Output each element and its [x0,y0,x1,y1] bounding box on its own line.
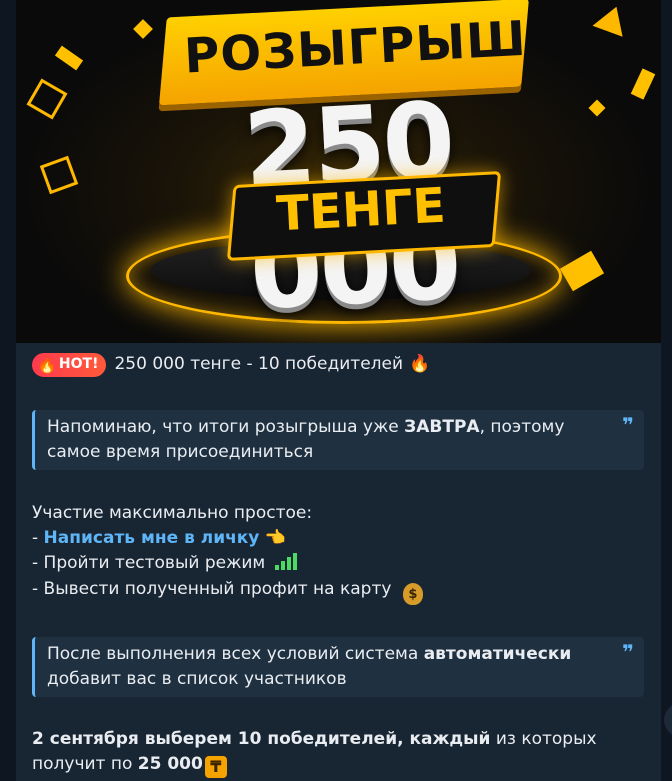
scroll-down-button[interactable] [664,703,672,737]
quote-text: После выполнения всех условий система [47,644,424,664]
final-announcement: 2 сентября выберем 10 победителей, кажды… [32,727,632,778]
quote-icon: ❞ [622,640,634,664]
step-item-2: - Пройти тестовый режим [32,551,297,576]
fire-emoji-icon: 🔥 [409,354,431,374]
conditions-quote: После выполнения всех условий система ав… [32,637,644,697]
pointing-hand-icon: 👈 [264,528,286,548]
final-bold-text: 2 сентября выберем 10 победителей, кажды… [32,729,491,749]
quote-text: добавит вас в список участников [47,669,347,689]
quote-icon: ❞ [622,413,634,437]
dm-link[interactable]: Написать мне в личку [44,528,260,548]
confetti-piece-icon [54,45,84,71]
quote-bold-text: ЗАВТРА [404,417,480,437]
steps-intro: Участие максимально простое: [32,503,313,523]
hot-badge: 🔥 HOT! [32,352,107,377]
signal-bars-icon [274,552,297,570]
money-bag-icon: $ [402,583,423,605]
headline-text: 250 000 тенге - 10 победителей [114,354,404,374]
confetti-triangle-icon [39,155,79,195]
step-prefix: - [32,528,44,548]
message-bubble: РОЗЫГРЫШ 250 000 ТЕНГЕ 🔥 HOT! 250 000 те… [16,0,661,781]
reminder-quote: Напоминаю, что итоги розыгрыша уже ЗАВТР… [32,410,644,470]
quote-text: Напоминаю, что итоги розыгрыша уже [47,417,405,437]
tenge-icon: ₸ [204,756,227,778]
step-text: - Пройти тестовый режим [32,553,266,573]
confetti-triangle-icon [26,78,68,120]
prize-amount: 25 000 [137,754,203,774]
hot-headline: 🔥 HOT! 250 000 тенге - 10 победителей 🔥 [32,352,430,377]
confetti-piece-icon [588,99,606,117]
giveaway-banner-image[interactable]: РОЗЫГРЫШ 250 000 ТЕНГЕ [16,0,661,343]
confetti-piece-icon [133,19,153,39]
step-item-1: - Написать мне в личку 👈 [32,526,286,551]
confetti-triangle-icon [592,1,632,37]
step-item-3: - Вывести полученный профит на карту $ [32,577,423,605]
step-text: - Вывести полученный профит на карту [32,579,392,599]
fire-icon: 🔥 [37,355,57,374]
confetti-piece-icon [630,68,656,100]
quote-bold-text: автоматически [423,644,572,664]
hot-badge-label: HOT! [58,356,99,372]
